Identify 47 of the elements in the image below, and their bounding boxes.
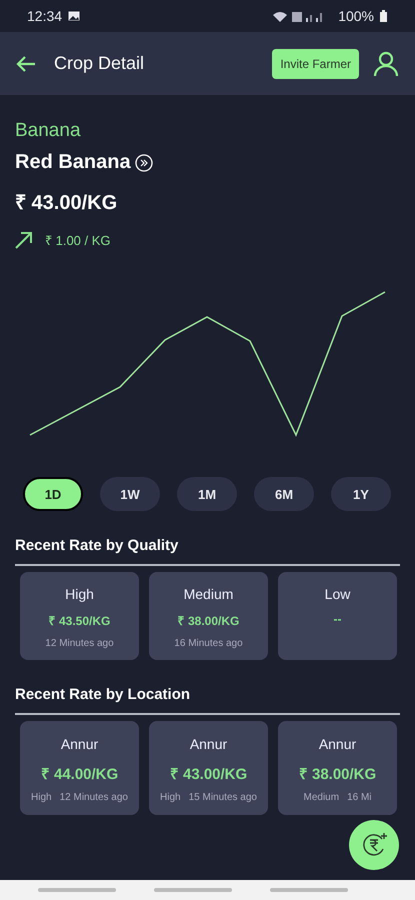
- quality-grade: High: [160, 792, 181, 803]
- quality-grade: Medium: [303, 792, 340, 803]
- quality-grade: Medium: [184, 586, 234, 602]
- update-time: 16 Minutes ago: [174, 638, 243, 649]
- period-tab[interactable]: 1W: [100, 477, 160, 511]
- crop-category: Banana: [15, 120, 82, 142]
- quality-price: ₹ 43.50/KG: [48, 613, 110, 629]
- location-name: Annur: [190, 736, 228, 752]
- status-time: 12:34: [27, 8, 62, 24]
- invite-farmer-button[interactable]: Invite Farmer: [272, 48, 359, 78]
- quality-card[interactable]: High ₹ 43.50/KG 12 Minutes ago: [20, 572, 139, 660]
- image-icon: [68, 11, 80, 21]
- quality-price: ₹ 38.00/KG: [178, 613, 240, 629]
- location-name: Annur: [60, 736, 98, 752]
- crop-variety: Red Banana: [15, 151, 131, 174]
- quality-card[interactable]: Low --: [278, 572, 397, 660]
- update-time: 12 Minutes ago: [45, 638, 114, 649]
- price-change: ₹ 1.00 / KG: [45, 232, 111, 249]
- location-price: ₹ 43.00/KG: [170, 765, 248, 783]
- battery-icon: [380, 10, 387, 22]
- quality-grade: Low: [324, 586, 350, 602]
- location-card[interactable]: Annur ₹ 38.00/KG Medium 16 Mi: [278, 721, 397, 815]
- quality-grade: High: [65, 586, 94, 602]
- screen-title: Crop Detail: [54, 53, 146, 74]
- period-tab[interactable]: 1M: [177, 477, 237, 511]
- add-rate-button[interactable]: [349, 820, 399, 870]
- location-card[interactable]: Annur ₹ 44.00/KG High 12 Minutes ago: [20, 721, 139, 815]
- forward-icon[interactable]: [134, 154, 153, 172]
- profile-icon[interactable]: [373, 50, 399, 76]
- location-name: Annur: [318, 736, 356, 752]
- crop-price: ₹ 43.00/KG: [15, 191, 118, 215]
- location-card[interactable]: Annur ₹ 43.00/KG High 15 Minutes ago: [149, 721, 268, 815]
- back-icon[interactable]: [16, 56, 36, 72]
- update-time: 16 Mi: [347, 792, 372, 803]
- period-tab[interactable]: 1Y: [331, 477, 391, 511]
- period-tab[interactable]: 1D: [23, 477, 83, 511]
- period-tab[interactable]: 6M: [254, 477, 314, 511]
- quality-price: --: [334, 612, 342, 626]
- section-title: Recent Rate by Quality: [15, 537, 400, 566]
- battery-level: 100%: [338, 8, 374, 24]
- update-time: 15 Minutes ago: [188, 792, 257, 803]
- location-price: ₹ 38.00/KG: [298, 765, 376, 783]
- location-price: ₹ 44.00/KG: [40, 765, 118, 783]
- update-time: 12 Minutes ago: [60, 792, 128, 803]
- quality-card[interactable]: Medium ₹ 38.00/KG 16 Minutes ago: [149, 572, 268, 660]
- section-title: Recent Rate by Location: [15, 686, 400, 715]
- quality-grade: High: [31, 792, 52, 803]
